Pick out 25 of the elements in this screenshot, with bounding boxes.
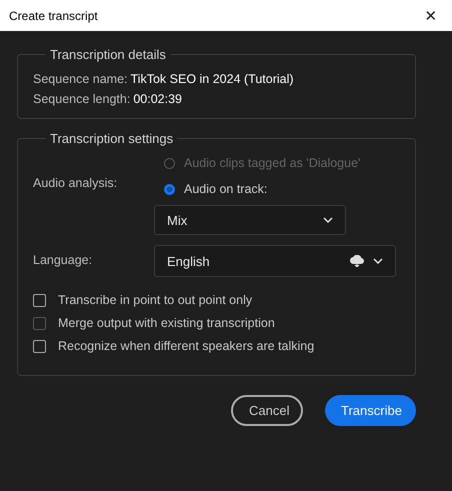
field-label: Audio analysis: (33, 176, 118, 192)
group-title: Transcription details (49, 47, 167, 62)
group-title: Transcription settings (49, 131, 174, 146)
field-label: Sequence length: (33, 92, 130, 106)
language-dropdown[interactable]: English (154, 245, 396, 277)
chevron-down-icon (373, 258, 383, 264)
checkbox-label: Transcribe in point to out point only (58, 293, 252, 307)
field-label: Sequence name: (33, 72, 128, 86)
radio-label: Audio on track: (184, 182, 268, 196)
checkbox-label: Recognize when different speakers are talking (58, 339, 314, 353)
field-value: 00:02:39 (133, 92, 182, 106)
radio-label: Audio clips tagged as 'Dialogue' (184, 156, 360, 170)
field-label: Language: (33, 253, 94, 269)
checkbox-label: Merge output with existing transcription (58, 316, 275, 330)
checkbox[interactable] (33, 340, 46, 352)
track-dropdown[interactable]: Mix (154, 205, 346, 235)
chevron-down-icon (323, 217, 333, 223)
transcribe-button[interactable]: Transcribe (325, 395, 416, 426)
window-title: Create transcript (9, 8, 98, 22)
cloud-download-icon (350, 255, 364, 267)
field-value: TikTok SEO in 2024 (Tutorial) (130, 72, 294, 86)
radio-button[interactable] (164, 184, 175, 194)
checkbox[interactable] (33, 294, 46, 306)
cancel-button[interactable]: Cancel (231, 395, 303, 426)
close-button[interactable]: ✕ (410, 0, 452, 31)
